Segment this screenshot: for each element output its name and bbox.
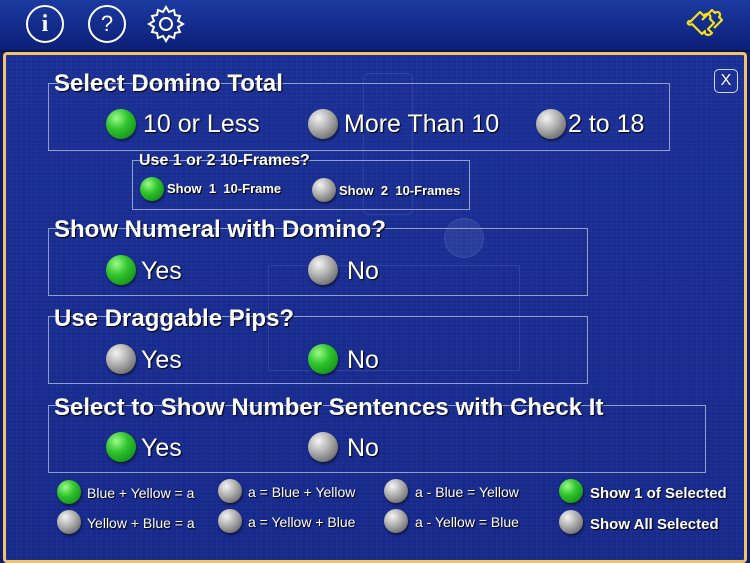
radio-selected[interactable] bbox=[140, 177, 164, 201]
show-numeral-title: Show Numeral with Domino? bbox=[54, 216, 387, 243]
radio-selected[interactable] bbox=[559, 479, 583, 503]
radio-selected[interactable] bbox=[106, 109, 136, 139]
draggable-pips-title: Use Draggable Pips? bbox=[54, 305, 295, 332]
info-label: i bbox=[41, 11, 49, 37]
radio-unselected[interactable] bbox=[106, 344, 136, 374]
radio-unselected[interactable] bbox=[308, 432, 338, 462]
radio-unselected[interactable] bbox=[384, 479, 408, 503]
option-label: Yes bbox=[141, 434, 182, 462]
radio-selected[interactable] bbox=[308, 344, 338, 374]
radio-selected[interactable] bbox=[57, 480, 81, 504]
radio-selected[interactable] bbox=[106, 255, 136, 285]
radio-selected[interactable] bbox=[106, 432, 136, 462]
ten-frames-title: Use 1 or 2 10-Frames? bbox=[139, 152, 310, 169]
sentence-label: Yellow + Blue = a bbox=[87, 515, 195, 531]
option-label: Yes bbox=[141, 257, 182, 285]
option-label: No bbox=[347, 346, 379, 374]
option-label: No bbox=[347, 434, 379, 462]
settings-panel: X Select Domino Total 10 or Less More Th… bbox=[3, 52, 747, 563]
sentence-label: a - Yellow = Blue bbox=[415, 514, 519, 530]
radio-unselected[interactable] bbox=[308, 255, 338, 285]
sentence-label: a - Blue = Yellow bbox=[415, 484, 519, 500]
radio-unselected[interactable] bbox=[312, 178, 336, 202]
option-label: 2 to 18 bbox=[568, 110, 645, 138]
sentence-label: a = Blue + Yellow bbox=[248, 484, 356, 500]
settings-button[interactable] bbox=[146, 4, 186, 44]
close-button[interactable]: X bbox=[714, 69, 738, 93]
radio-unselected[interactable] bbox=[384, 509, 408, 533]
radio-unselected[interactable] bbox=[308, 109, 338, 139]
sentence-label: a = Yellow + Blue bbox=[248, 514, 356, 530]
sentence-label: Show 1 of Selected bbox=[590, 485, 727, 502]
top-toolbar: i ? bbox=[0, 0, 750, 52]
sentence-label: Show All Selected bbox=[590, 516, 719, 533]
radio-unselected[interactable] bbox=[218, 479, 242, 503]
help-label: ? bbox=[100, 11, 114, 36]
radio-unselected[interactable] bbox=[57, 510, 81, 534]
domino-total-title: Select Domino Total bbox=[54, 70, 283, 97]
sentence-label: Blue + Yellow = a bbox=[87, 485, 195, 501]
option-label: Yes bbox=[141, 346, 182, 374]
gear-icon bbox=[147, 5, 185, 43]
puzzle-icon bbox=[686, 8, 724, 37]
option-label: No bbox=[347, 257, 379, 285]
info-button[interactable]: i bbox=[25, 4, 65, 44]
number-sentences-title: Select to Show Number Sentences with Che… bbox=[54, 394, 604, 421]
option-label: Show 1 10-Frame bbox=[167, 181, 282, 196]
option-label: Show 2 10-Frames bbox=[339, 183, 461, 198]
option-label: 10 or Less bbox=[143, 110, 260, 138]
option-label: More Than 10 bbox=[344, 110, 500, 138]
puzzle-button[interactable] bbox=[684, 4, 724, 44]
help-button[interactable]: ? bbox=[87, 4, 127, 44]
radio-unselected[interactable] bbox=[559, 510, 583, 534]
radio-unselected[interactable] bbox=[536, 109, 566, 139]
radio-unselected[interactable] bbox=[218, 509, 242, 533]
